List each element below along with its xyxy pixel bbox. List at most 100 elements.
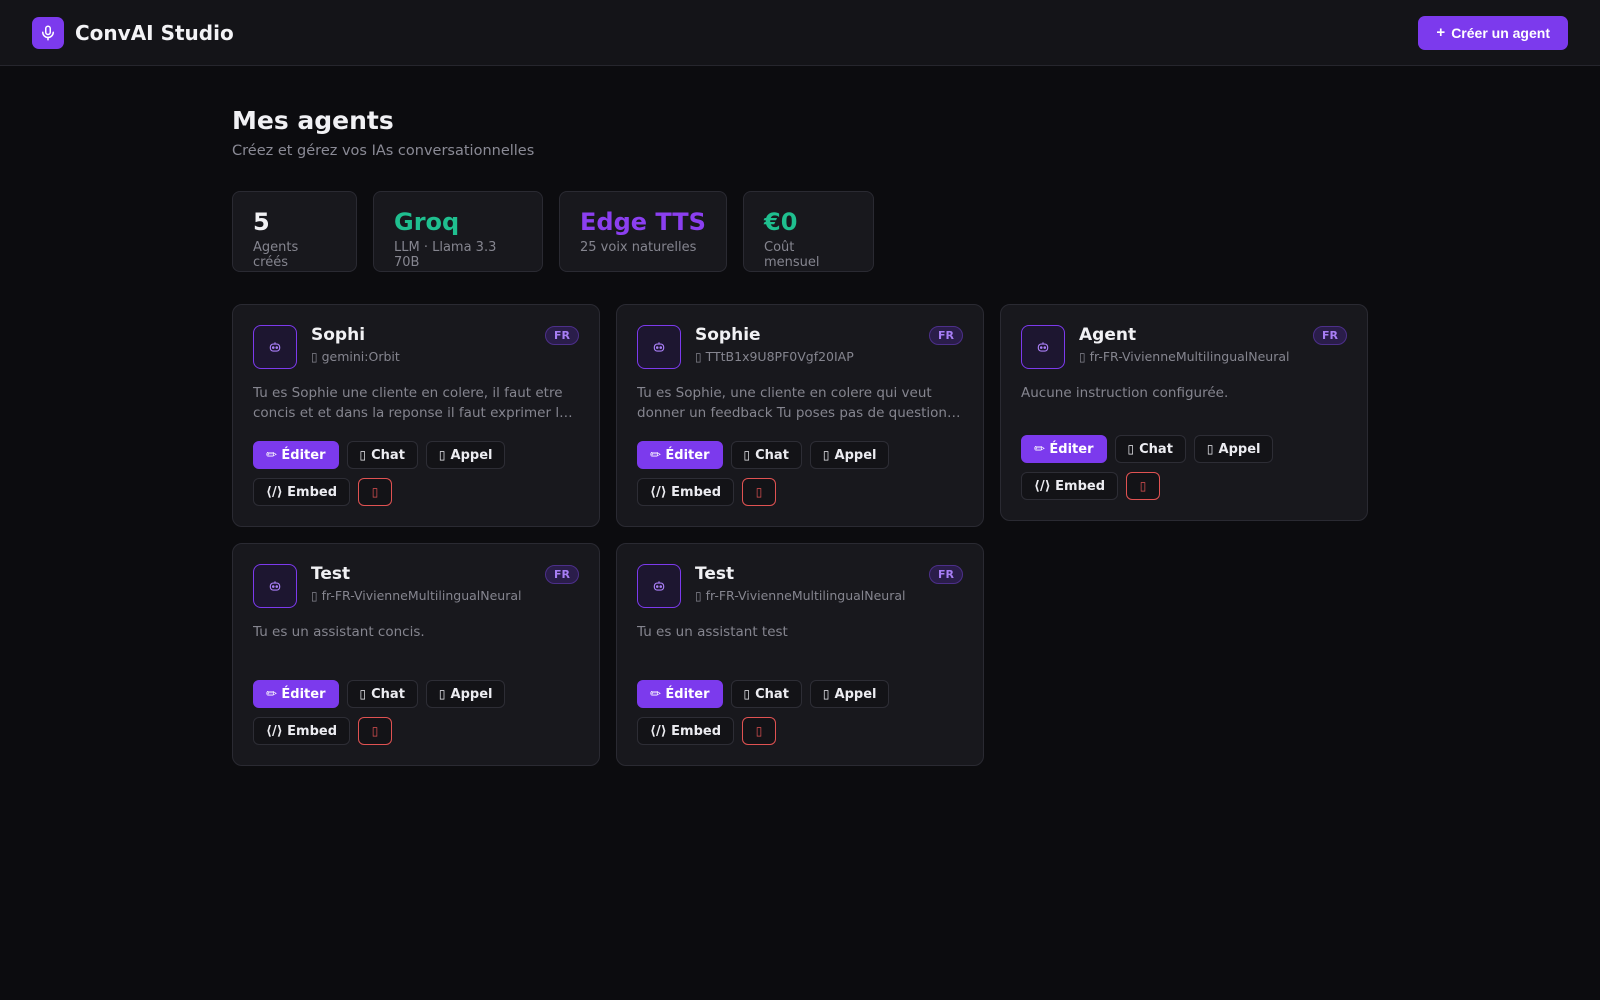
agent-voice: ▯ fr-FR-VivienneMultilingualNeural (1079, 349, 1289, 364)
phone-icon: ▯ (438, 448, 446, 462)
delete-button[interactable]: ▯ (358, 717, 393, 745)
create-agent-label: Créer un agent (1451, 24, 1550, 41)
stat-label: Agents créés (253, 240, 299, 270)
page-subtitle: Créez et gérez vos IAs conversationnelle… (232, 143, 535, 159)
stat-value: 5 (253, 208, 270, 236)
chat-button[interactable]: ▯ Chat (1114, 435, 1186, 463)
brand[interactable]: ConvAI Studio (32, 16, 234, 49)
agent-actions: ✏ Éditer ▯ Chat ▯ Appel ⟨/⟩ Embed ▯ (637, 441, 963, 506)
embed-button[interactable]: ⟨/⟩ Embed (253, 478, 351, 506)
edit-button[interactable]: ✏ Éditer (1021, 435, 1107, 463)
create-agent-button[interactable]: + Créer un agent (1418, 15, 1568, 50)
call-button[interactable]: ▯ Appel (425, 680, 506, 708)
agent-card: Sophi ▯ gemini:Orbit FR Tu es Sophie une… (232, 304, 600, 527)
chat-button[interactable]: ▯ Chat (346, 441, 418, 469)
agent-name: Test (695, 564, 735, 584)
phone-icon: ▯ (822, 687, 830, 701)
stat-card-cost: €0 Coût mensuel (743, 191, 874, 272)
agent-name: Agent (1079, 325, 1137, 345)
language-badge: FR (545, 565, 579, 584)
trash-icon: ▯ (755, 485, 763, 499)
main-content: Mes agents Créez et gérez vos IAs conver… (232, 106, 1372, 766)
agent-card: Test ▯ fr-FR-VivienneMultilingualNeural … (232, 543, 600, 766)
delete-button[interactable]: ▯ (1126, 472, 1161, 500)
agent-actions: ✏ Éditer ▯ Chat ▯ Appel ⟨/⟩ Embed ▯ (253, 441, 579, 506)
edit-button[interactable]: ✏ Éditer (637, 441, 723, 469)
chat-icon: ▯ (359, 448, 367, 462)
agent-description: Aucune instruction configurée. (1021, 385, 1229, 401)
robot-icon (253, 325, 297, 369)
agent-voice: ▯ TTtB1x9U8PF0Vgf20IAP (695, 349, 854, 364)
app-name: ConvAI Studio (75, 20, 234, 45)
agent-voice-text: fr-FR-VivienneMultilingualNeural (705, 588, 906, 603)
chat-button[interactable]: ▯ Chat (346, 680, 418, 708)
call-button[interactable]: ▯ Appel (809, 441, 890, 469)
chat-button[interactable]: ▯ Chat (730, 680, 802, 708)
trash-icon: ▯ (371, 485, 379, 499)
agent-card: Test ▯ fr-FR-VivienneMultilingualNeural … (616, 543, 984, 766)
embed-button[interactable]: ⟨/⟩ Embed (1021, 472, 1119, 500)
embed-button[interactable]: ⟨/⟩ Embed (253, 717, 351, 745)
agent-actions: ✏ Éditer ▯ Chat ▯ Appel ⟨/⟩ Embed ▯ (637, 680, 963, 745)
agent-description: Tu es Sophie une cliente en colere, il f… (253, 385, 568, 421)
trash-icon: ▯ (755, 724, 763, 738)
phone-icon: ▯ (1206, 442, 1214, 456)
agent-grid: Sophi ▯ gemini:Orbit FR Tu es Sophie une… (232, 304, 1372, 766)
chat-button[interactable]: ▯ Chat (730, 441, 802, 469)
call-button[interactable]: ▯ Appel (1193, 435, 1274, 463)
chat-label: Chat (755, 686, 789, 702)
agent-voice-text: fr-FR-VivienneMultilingualNeural (321, 588, 522, 603)
delete-button[interactable]: ▯ (742, 478, 777, 506)
agent-actions: ✏ Éditer ▯ Chat ▯ Appel ⟨/⟩ Embed ▯ (253, 680, 579, 745)
voice-icon: ▯ (1079, 350, 1086, 364)
microphone-icon (32, 16, 64, 49)
trash-icon: ▯ (371, 724, 379, 738)
language-badge: FR (545, 326, 579, 345)
robot-icon (637, 564, 681, 608)
agent-voice-text: gemini:Orbit (321, 349, 400, 364)
edit-button[interactable]: ✏ Éditer (637, 680, 723, 708)
chat-icon: ▯ (743, 448, 751, 462)
agent-name: Test (311, 564, 351, 584)
agent-voice: ▯ fr-FR-VivienneMultilingualNeural (695, 588, 905, 603)
agent-actions: ✏ Éditer ▯ Chat ▯ Appel ⟨/⟩ Embed ▯ (1021, 435, 1347, 500)
stat-label: 25 voix naturelles (580, 240, 697, 255)
call-button[interactable]: ▯ Appel (425, 441, 506, 469)
page-title: Mes agents (232, 106, 394, 135)
plus-icon: + (1436, 24, 1446, 41)
stat-value: €0 (764, 208, 798, 236)
stat-card-agents: 5 Agents créés (232, 191, 357, 272)
chat-label: Chat (371, 447, 405, 463)
language-badge: FR (929, 565, 963, 584)
voice-icon: ▯ (695, 589, 702, 603)
agent-card: Agent ▯ fr-FR-VivienneMultilingualNeural… (1000, 304, 1368, 521)
chat-icon: ▯ (743, 687, 751, 701)
voice-icon: ▯ (311, 350, 318, 364)
call-label: Appel (1218, 441, 1261, 457)
agent-voice-text: fr-FR-VivienneMultilingualNeural (1089, 349, 1290, 364)
call-label: Appel (450, 447, 493, 463)
agent-name: Sophie (695, 325, 761, 345)
call-label: Appel (450, 686, 493, 702)
chat-icon: ▯ (1127, 442, 1135, 456)
stat-card-tts: Edge TTS 25 voix naturelles (559, 191, 727, 272)
language-badge: FR (929, 326, 963, 345)
embed-button[interactable]: ⟨/⟩ Embed (637, 478, 735, 506)
edit-button[interactable]: ✏ Éditer (253, 680, 339, 708)
delete-button[interactable]: ▯ (358, 478, 393, 506)
agent-card: Sophie ▯ TTtB1x9U8PF0Vgf20IAP FR Tu es S… (616, 304, 984, 527)
agent-description: Tu es Sophie, une cliente en colere qui … (637, 385, 955, 421)
stat-card-llm: Groq LLM · Llama 3.3 70B (373, 191, 543, 272)
trash-icon: ▯ (1139, 479, 1147, 493)
agent-voice-text: TTtB1x9U8PF0Vgf20IAP (705, 349, 854, 364)
agent-description: Tu es un assistant test (637, 624, 788, 640)
call-label: Appel (834, 686, 877, 702)
stat-label: Coût mensuel (764, 240, 820, 270)
edit-button[interactable]: ✏ Éditer (253, 441, 339, 469)
delete-button[interactable]: ▯ (742, 717, 777, 745)
call-button[interactable]: ▯ Appel (809, 680, 890, 708)
agent-description: Tu es un assistant concis. (253, 624, 425, 640)
stat-label: LLM · Llama 3.3 70B (394, 240, 497, 270)
embed-button[interactable]: ⟨/⟩ Embed (637, 717, 735, 745)
language-badge: FR (1313, 326, 1347, 345)
